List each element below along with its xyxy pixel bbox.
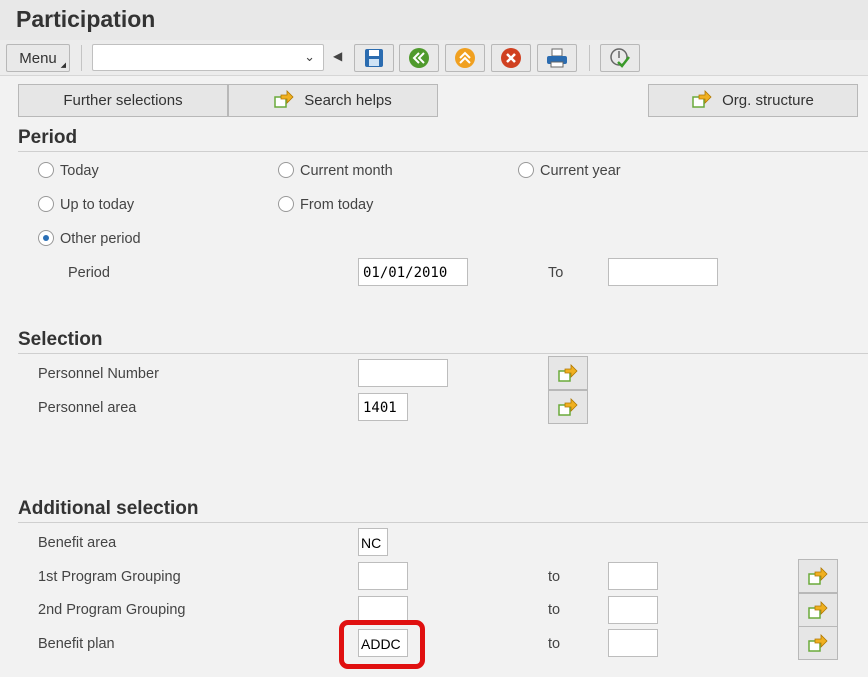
corner-icon: ◢: [60, 62, 66, 69]
execute-button[interactable]: [600, 44, 640, 72]
multiple-selection-icon: [808, 634, 828, 652]
save-button[interactable]: [354, 44, 394, 72]
back-button[interactable]: [399, 44, 439, 72]
exit-icon: [455, 48, 475, 68]
multiple-selection-icon: [558, 398, 578, 416]
program-grouping-1-to-input[interactable]: [608, 562, 658, 590]
current-year-label: Current year: [540, 163, 621, 179]
to-label: To: [548, 265, 564, 281]
radio-current-year[interactable]: [518, 162, 534, 178]
back-icon: [409, 48, 429, 68]
benefit-plan-to-input[interactable]: [608, 629, 658, 657]
cancel-icon: [501, 48, 521, 68]
print-button[interactable]: [537, 44, 577, 72]
personnel-area-input[interactable]: 1401: [358, 393, 408, 421]
program-grouping-1-from-input[interactable]: [358, 562, 408, 590]
further-selections-button[interactable]: Further selections: [18, 84, 228, 117]
search-helps-button[interactable]: Search helps: [228, 84, 438, 117]
multiple-selection-button[interactable]: [798, 626, 838, 660]
period-to-input[interactable]: [608, 258, 718, 286]
other-period-label: Other period: [60, 231, 141, 247]
divider: [18, 151, 868, 152]
menu-button[interactable]: Menu ◢: [6, 44, 70, 72]
divider: [18, 522, 868, 523]
exit-button[interactable]: [445, 44, 485, 72]
radio-current-month[interactable]: [278, 162, 294, 178]
org-structure-label: Org. structure: [722, 92, 814, 109]
to-label: to: [548, 569, 561, 585]
multiple-selection-button[interactable]: [548, 356, 588, 390]
personnel-number-input[interactable]: [358, 359, 448, 387]
print-icon: [547, 48, 567, 68]
radio-today[interactable]: [38, 162, 54, 178]
multiple-selection-button[interactable]: [548, 390, 588, 424]
search-helps-label: Search helps: [304, 92, 392, 109]
period-heading: Period: [18, 127, 78, 148]
benefit-area-input[interactable]: NC: [358, 528, 388, 556]
radio-other-period[interactable]: [38, 230, 54, 246]
to-label: to: [548, 602, 561, 618]
to-label: to: [548, 636, 561, 652]
command-field[interactable]: ⌄: [92, 44, 324, 71]
radio-from-today[interactable]: [278, 196, 294, 212]
divider: [18, 353, 868, 354]
program-grouping-1-label: 1st Program Grouping: [38, 569, 181, 585]
collapse-arrow-icon[interactable]: ◀: [333, 49, 342, 63]
menu-label: Menu: [19, 49, 57, 67]
benefit-plan-from-input[interactable]: ADDC: [358, 629, 408, 657]
today-label: Today: [60, 163, 99, 179]
page-title: Participation: [16, 6, 156, 32]
period-from-input[interactable]: 01/01/2010: [358, 258, 468, 286]
program-grouping-2-label: 2nd Program Grouping: [38, 602, 186, 618]
current-month-label: Current month: [300, 163, 393, 179]
multiple-selection-button[interactable]: [798, 559, 838, 593]
radio-up-to-today[interactable]: [38, 196, 54, 212]
period-label: Period: [68, 265, 110, 281]
multiple-selection-icon: [692, 89, 712, 112]
from-today-label: From today: [300, 197, 374, 213]
personnel-area-label: Personnel area: [38, 400, 137, 416]
up-to-today-label: Up to today: [60, 197, 135, 213]
multiple-selection-icon: [808, 567, 828, 585]
further-selections-label: Further selections: [63, 92, 183, 109]
personnel-number-label: Personnel Number: [38, 366, 159, 382]
multiple-selection-button[interactable]: [798, 593, 838, 627]
chevron-down-icon: ⌄: [304, 49, 315, 64]
multiple-selection-icon: [274, 89, 294, 112]
save-icon: [365, 49, 383, 67]
benefit-plan-label: Benefit plan: [38, 636, 115, 652]
benefit-area-label: Benefit area: [38, 535, 117, 551]
multiple-selection-icon: [808, 601, 828, 619]
org-structure-button[interactable]: Org. structure: [648, 84, 858, 117]
separator: [589, 45, 590, 71]
program-grouping-2-to-input[interactable]: [608, 596, 658, 624]
execute-icon: [610, 48, 630, 68]
additional-selection-heading: Additional selection: [18, 498, 199, 519]
separator: [81, 45, 82, 71]
selection-heading: Selection: [18, 329, 103, 350]
multiple-selection-icon: [558, 364, 578, 382]
cancel-button[interactable]: [491, 44, 531, 72]
